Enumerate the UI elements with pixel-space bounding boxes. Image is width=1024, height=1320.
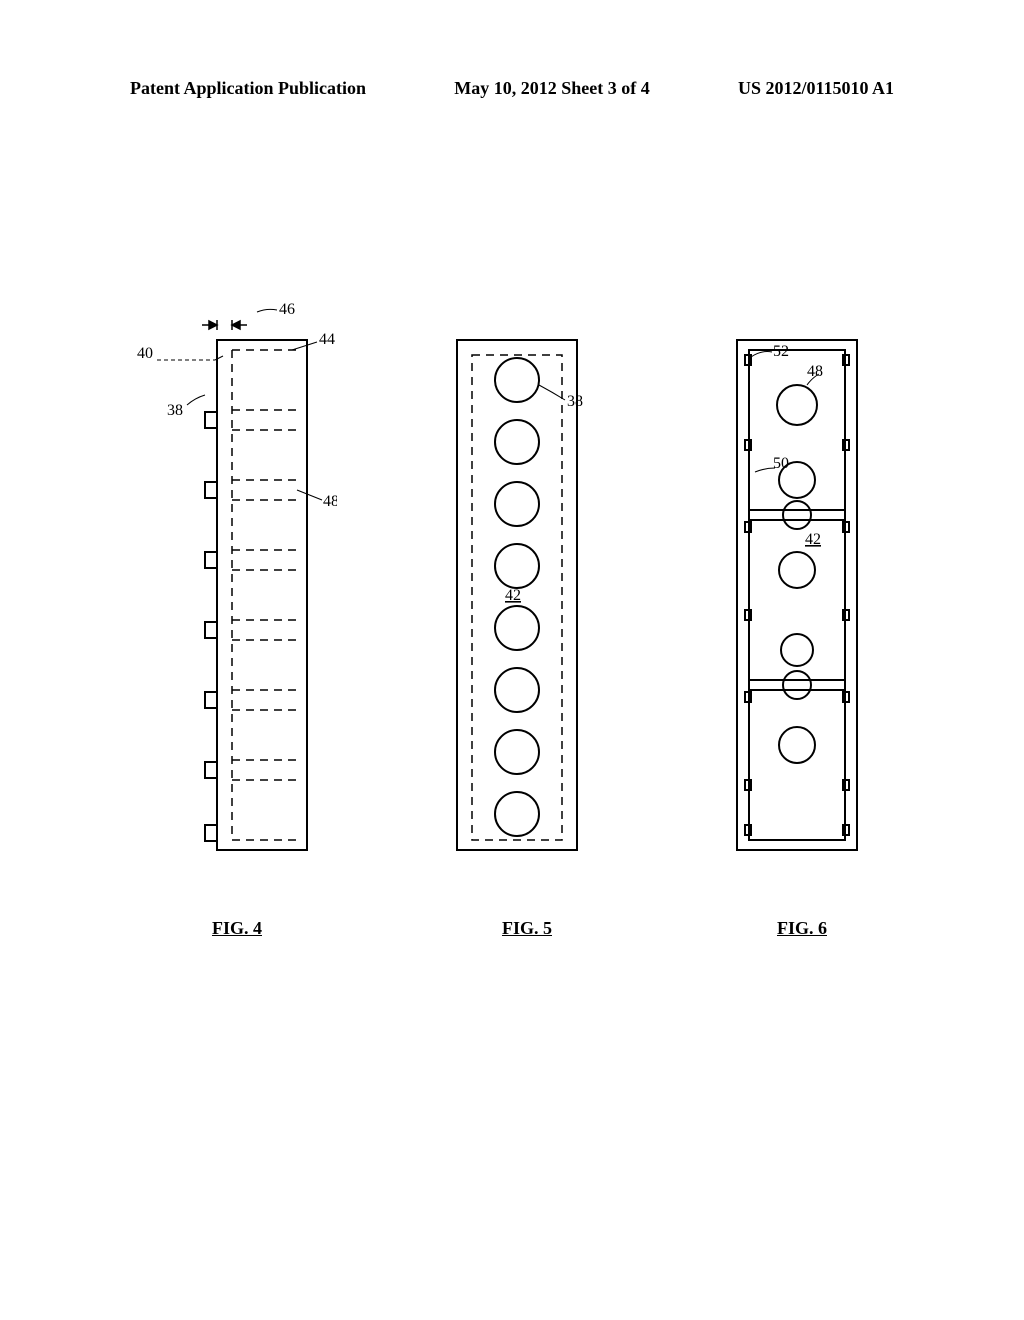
label-38-f4: 38 — [167, 402, 183, 419]
page-header: Patent Application Publication May 10, 2… — [0, 78, 1024, 99]
label-52: 52 — [773, 343, 789, 360]
header-center: May 10, 2012 Sheet 3 of 4 — [454, 78, 649, 99]
fig5-caption: FIG. 5 — [502, 918, 552, 939]
fig5-svg: 38 42 — [437, 300, 617, 860]
label-48-f4: 48 — [323, 493, 337, 510]
figure-4: 46 44 40 38 48 FIG. 4 — [137, 300, 337, 939]
label-44: 44 — [319, 331, 335, 348]
fig6-svg: 52 48 50 42 — [717, 300, 887, 860]
header-left: Patent Application Publication — [130, 78, 366, 99]
label-40: 40 — [137, 345, 153, 362]
figures-row: 46 44 40 38 48 FIG. 4 — [0, 300, 1024, 939]
label-42-f5: 42 — [505, 587, 521, 604]
header-right: US 2012/0115010 A1 — [738, 78, 894, 99]
label-38-f5: 38 — [567, 393, 583, 410]
fig6-caption: FIG. 6 — [777, 918, 827, 939]
label-46: 46 — [279, 301, 295, 318]
figure-5: 38 42 FIG. 5 — [437, 300, 617, 939]
figure-6: 52 48 50 42 FIG. 6 — [717, 300, 887, 939]
label-48-f6: 48 — [807, 363, 823, 380]
label-50: 50 — [773, 455, 789, 472]
fig4-svg: 46 44 40 38 48 — [137, 300, 337, 860]
label-42-f6: 42 — [805, 531, 821, 548]
fig4-caption: FIG. 4 — [212, 918, 262, 939]
